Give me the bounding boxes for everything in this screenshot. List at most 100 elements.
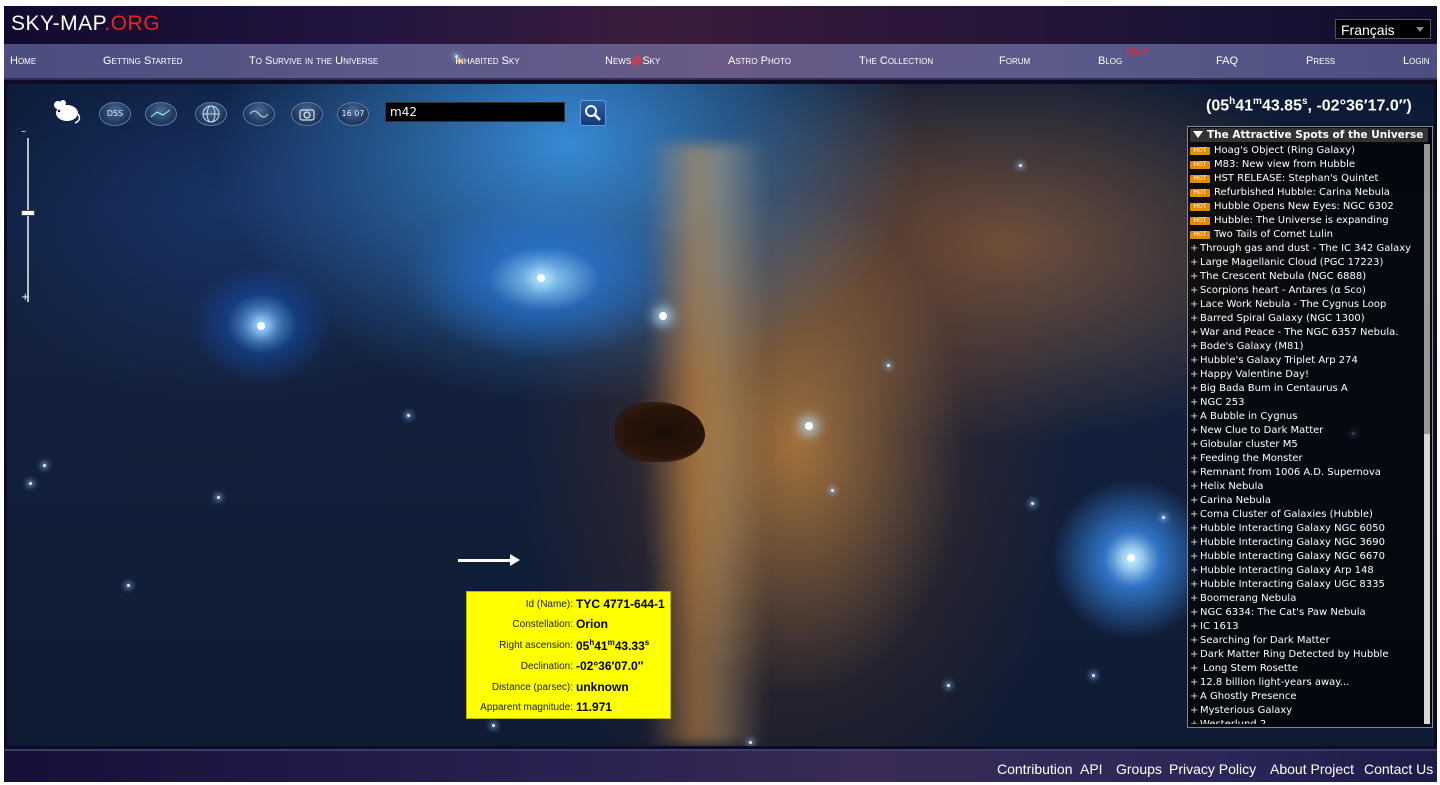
spot-list-item[interactable]: + A Ghostly Presence [1190, 690, 1422, 704]
spot-list-item[interactable]: + Lace Work Nebula - The Cygnus Loop [1190, 298, 1422, 312]
bright-star [1127, 554, 1135, 562]
spot-list-item[interactable]: + Hubble Interacting Galaxy UGC 8335 [1190, 578, 1422, 592]
nav-news-at-sky[interactable]: News@Sky [605, 55, 660, 67]
zoom-out-icon[interactable]: – [21, 126, 26, 137]
spot-list-item[interactable]: + Happy Valentine Day! [1190, 368, 1422, 382]
spot-list-item[interactable]: + Hubble Interacting Galaxy NGC 6670 [1190, 550, 1422, 564]
boundaries-icon[interactable] [243, 102, 275, 126]
language-select[interactable]: Français [1335, 19, 1431, 39]
star [217, 496, 220, 499]
dss-button[interactable]: DSS [99, 102, 131, 126]
search-button[interactable] [580, 100, 606, 126]
spot-label: Hubble Interacting Galaxy NGC 6050 [1200, 523, 1385, 534]
mouse-icon[interactable] [49, 96, 83, 126]
zoom-in-icon[interactable]: + [21, 292, 29, 303]
spot-list-item[interactable]: + Dark Matter Ring Detected by Hubble [1190, 648, 1422, 662]
footer-groups[interactable]: Groups [1116, 761, 1162, 777]
spot-list-item[interactable]: + Large Magellanic Cloud (PGC 17223) [1190, 256, 1422, 270]
footer-about[interactable]: About Project [1270, 761, 1354, 777]
sky-viewer[interactable]: DSS 16 07 (05h41m43.85s, -02°36′17.0″) –… [7, 84, 1434, 746]
spot-label: HST RELEASE: Stephan's Quintet [1214, 173, 1379, 184]
panel-scrollbar[interactable] [1424, 144, 1430, 724]
spot-list-item[interactable]: + A Bubble in Cygnus [1190, 410, 1422, 424]
nav-survive[interactable]: To Survive in the Universe [249, 55, 378, 67]
spot-list-item[interactable]: + Boomerang Nebula [1190, 592, 1422, 606]
nav-news-label: News [605, 55, 632, 67]
nav-blog-label: Blog [1098, 55, 1123, 67]
spot-list-item[interactable]: HOT HST RELEASE: Stephan's Quintet [1190, 172, 1422, 186]
spot-list-item[interactable]: + Hubble Interacting Galaxy NGC 6050 [1190, 522, 1422, 536]
footer-api[interactable]: API [1080, 761, 1103, 777]
zoom-slider[interactable]: – + [21, 126, 35, 306]
nav-inhabited-label: Inhabited Sky [455, 55, 520, 67]
spot-list-item[interactable]: + Mysterious Galaxy [1190, 704, 1422, 718]
spot-list-item[interactable]: + NGC 253 [1190, 396, 1422, 410]
spot-list-item[interactable]: + IC 1613 [1190, 620, 1422, 634]
scrollbar-thumb[interactable] [1424, 144, 1430, 434]
spot-list-item[interactable]: + Coma Cluster of Galaxies (Hubble) [1190, 508, 1422, 522]
nav-press[interactable]: Press [1306, 55, 1335, 67]
spot-list-item[interactable]: + Scorpions heart - Antares (α Sco) [1190, 284, 1422, 298]
spot-list-item[interactable]: + Remnant from 1006 A.D. Supernova [1190, 466, 1422, 480]
spot-list-item[interactable]: + Big Bada Bum in Centaurus A [1190, 382, 1422, 396]
spot-label: A Ghostly Presence [1200, 691, 1297, 702]
spot-list-item[interactable]: + Globular cluster M5 [1190, 438, 1422, 452]
nav-forum[interactable]: Forum [999, 55, 1030, 67]
spot-list-item[interactable]: + Bode's Galaxy (M81) [1190, 340, 1422, 354]
spot-list-item[interactable]: HOT Two Tails of Comet Lulin [1190, 228, 1422, 242]
panel-header[interactable]: The Attractive Spots of the Universe [1190, 128, 1428, 142]
spot-list-item[interactable]: + Helix Nebula [1190, 480, 1422, 494]
pointer-arrow-icon [458, 554, 520, 566]
spot-label: Refurbished Hubble: Carina Nebula [1214, 187, 1390, 198]
nav-faq[interactable]: FAQ [1216, 55, 1238, 67]
footer-privacy[interactable]: Privacy Policy [1169, 761, 1256, 777]
site-logo[interactable]: SKY-MAP.ORG [11, 12, 160, 36]
spot-list-item[interactable]: HOT Hoag's Object (Ring Galaxy) [1190, 144, 1422, 158]
nav-blog[interactable]: Blog New! [1098, 47, 1147, 67]
spot-list-item[interactable]: + Feeding the Monster [1190, 452, 1422, 466]
spot-label: Remnant from 1006 A.D. Supernova [1200, 467, 1381, 478]
zoom-handle[interactable] [21, 210, 35, 216]
spot-list-item[interactable]: + Through gas and dust - The IC 342 Galax… [1190, 242, 1422, 256]
collapse-triangle-icon [1193, 131, 1203, 138]
nav-home[interactable]: Home [10, 55, 36, 67]
search-input[interactable] [385, 102, 565, 122]
spot-list-item[interactable]: HOT Hubble: The Universe is expanding [1190, 214, 1422, 228]
camera-icon[interactable] [291, 102, 323, 126]
spot-list-item[interactable]: + Hubble Interacting Galaxy Arp 148 [1190, 564, 1422, 578]
spot-list-item[interactable]: + Long Stem Rosette [1190, 662, 1422, 676]
spot-list-item[interactable]: + Carina Nebula [1190, 494, 1422, 508]
spot-list-item[interactable]: +Westerlund 2 [1190, 718, 1422, 724]
nav-collection[interactable]: The Collection [859, 55, 933, 67]
spot-list-item[interactable]: HOT M83: New view from Hubble [1190, 158, 1422, 172]
spot-list-item[interactable]: + The Crescent Nebula (NGC 6888) [1190, 270, 1422, 284]
footer-contribution[interactable]: Contribution [997, 761, 1073, 777]
constellations-icon[interactable] [145, 102, 177, 126]
spot-label: Hubble Interacting Galaxy NGC 6670 [1200, 551, 1385, 562]
plus-icon: + [1190, 271, 1199, 282]
nav-getting-started[interactable]: Getting Started [103, 55, 183, 67]
spot-list-item[interactable]: HOT Hubble Opens New Eyes: NGC 6302 [1190, 200, 1422, 214]
star [1019, 164, 1022, 167]
bright-star [659, 312, 667, 320]
info-row-magnitude: Apparent magnitude: 11.971 [467, 697, 670, 717]
grid-globe-icon[interactable] [195, 102, 227, 126]
spot-list-item[interactable]: +12.8 billion light-years away... [1190, 676, 1422, 690]
plus-icon: + [1190, 495, 1199, 506]
coords-m-unit: m [1253, 96, 1262, 107]
ra-label: Right ascension: [499, 640, 573, 651]
spot-list-item[interactable]: + Hubble Interacting Galaxy NGC 3690 [1190, 536, 1422, 550]
spot-list-item[interactable]: + NGC 6334: The Cat's Paw Nebula [1190, 606, 1422, 620]
time-button[interactable]: 16 07 [337, 102, 369, 126]
zoom-track[interactable] [27, 138, 29, 302]
spot-list-item[interactable]: + War and Peace - The NGC 6357 Nebula. [1190, 326, 1422, 340]
nav-login[interactable]: Login [1403, 55, 1430, 67]
nav-inhabited-sky[interactable]: ✦ Inhabited Sky [455, 55, 520, 68]
spot-list-item[interactable]: HOT Refurbished Hubble: Carina Nebula [1190, 186, 1422, 200]
spot-list-item[interactable]: + Hubble's Galaxy Triplet Arp 274 [1190, 354, 1422, 368]
spot-list-item[interactable]: + New Clue to Dark Matter [1190, 424, 1422, 438]
spot-list-item[interactable]: + Barred Spiral Galaxy (NGC 1300) [1190, 312, 1422, 326]
footer-contact[interactable]: Contact Us [1364, 761, 1433, 777]
nav-astro-photo[interactable]: Astro Photo [728, 55, 791, 67]
spot-list-item[interactable]: + Searching for Dark Matter [1190, 634, 1422, 648]
